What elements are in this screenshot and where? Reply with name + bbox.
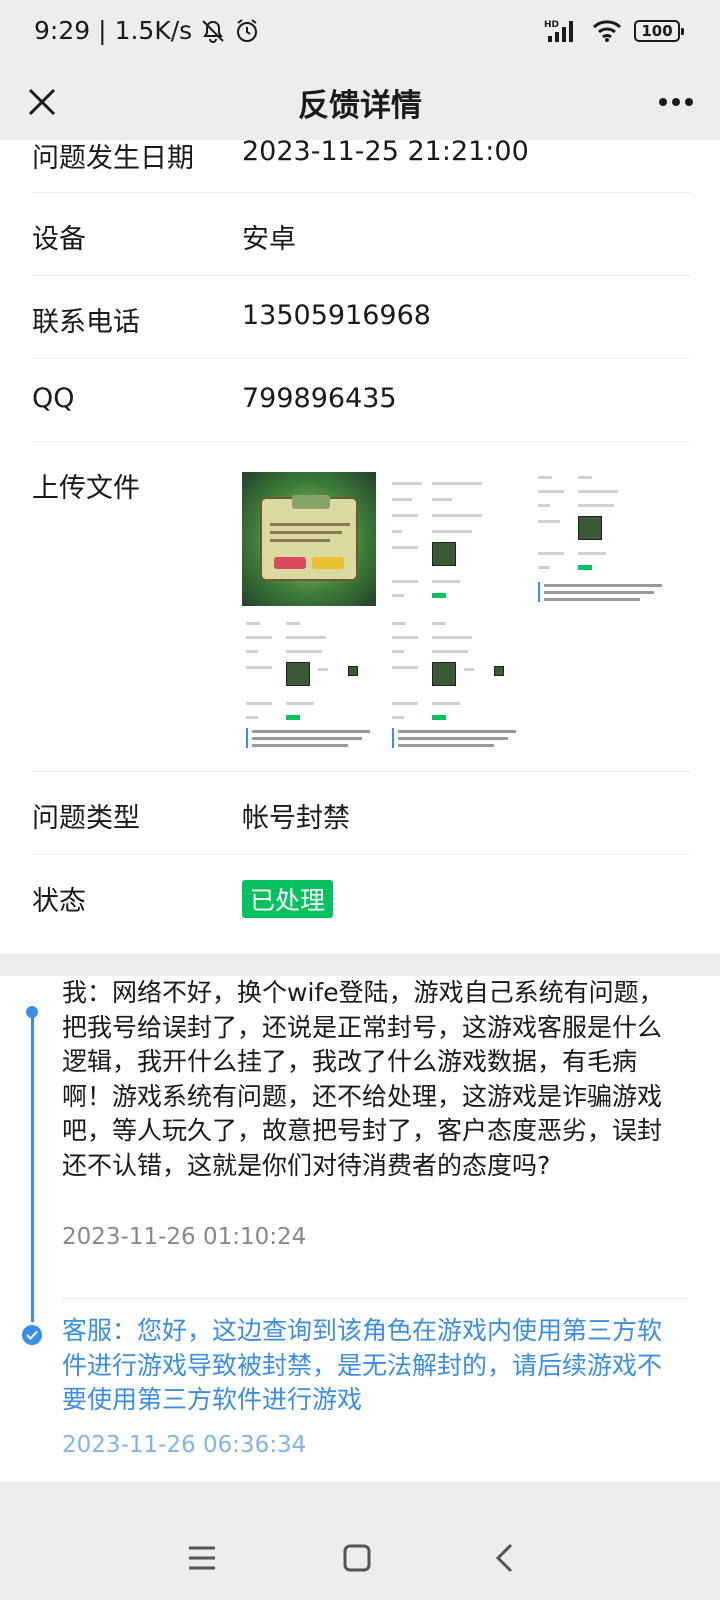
menu-button[interactable] <box>180 1536 224 1580</box>
phone-label: 联系电话 <box>32 307 140 338</box>
timeline-dot <box>26 1006 38 1018</box>
status-bar: 9:29 | 1.5K/s HD 100 <box>0 0 720 66</box>
row-phone: 联系电话 13505916968 <box>32 276 690 359</box>
more-button[interactable] <box>650 78 702 126</box>
files-label: 上传文件 <box>32 473 140 504</box>
back-button[interactable] <box>482 1536 526 1580</box>
system-nav-bar <box>0 1514 720 1600</box>
device-value: 安卓 <box>242 224 296 255</box>
status-label: 状态 <box>32 886 86 917</box>
row-qq: QQ 799896435 <box>32 359 690 442</box>
device-label: 设备 <box>32 224 86 255</box>
file-thumbnail[interactable] <box>242 472 376 606</box>
user-message-time: 2023-11-26 01:10:24 <box>62 1224 307 1250</box>
row-files: 上传文件 <box>32 442 690 772</box>
type-value: 帐号封禁 <box>242 803 350 834</box>
row-date: 问题发生日期 2023-11-25 21:21:00 <box>32 136 690 193</box>
user-message: 我：网络不好，换个wife登陆，游戏自己系统有问题，把我号给误封了，还说是正常封… <box>62 978 664 1180</box>
file-thumbnail[interactable] <box>388 472 522 606</box>
home-icon <box>343 1544 371 1572</box>
alarm-icon <box>237 18 258 42</box>
more-icon <box>659 98 693 106</box>
status-left: 9:29 | 1.5K/s <box>34 16 260 45</box>
check-icon <box>22 1325 42 1345</box>
back-icon <box>495 1543 513 1573</box>
separator: | <box>98 16 107 45</box>
nav-bar: 反馈详情 <box>0 66 720 140</box>
feedback-detail-card: 问题发生日期 2023-11-25 21:21:00 设备 安卓 联系电话 13… <box>0 136 720 954</box>
reply-timeline: 我：网络不好，换个wife登陆，游戏自己系统有问题，把我号给误封了，还说是正常封… <box>0 976 720 1482</box>
date-label: 问题发生日期 <box>32 143 194 174</box>
qq-label: QQ <box>32 383 75 414</box>
file-thumbnail[interactable] <box>388 618 522 752</box>
divider <box>62 1298 688 1299</box>
network-speed: 1.5K/s <box>114 16 193 45</box>
timeline-line <box>31 1012 34 1322</box>
row-device: 设备 安卓 <box>32 193 690 276</box>
type-label: 问题类型 <box>32 803 140 834</box>
menu-icon <box>189 1546 215 1570</box>
mute-icon <box>202 19 224 43</box>
phone-value: 13505916968 <box>242 300 431 331</box>
status-right: HD 100 <box>544 18 684 44</box>
home-button[interactable] <box>335 1536 379 1580</box>
qq-value: 799896435 <box>242 383 397 414</box>
service-reply-time: 2023-11-26 06:36:34 <box>62 1432 307 1458</box>
wifi-icon <box>592 20 622 42</box>
service-reply: 客服：您好，这边查询到该角色在游戏内使用第三方软件进行游戏导致被封禁，是无法解封… <box>62 1316 663 1414</box>
thumbnail-dialog <box>260 495 358 581</box>
signal-icon: HD <box>544 20 573 42</box>
row-type: 问题类型 帐号封禁 <box>32 772 690 855</box>
date-value: 2023-11-25 21:21:00 <box>242 136 529 167</box>
file-thumbnail[interactable] <box>534 472 668 606</box>
status-badge: 已处理 <box>242 880 334 918</box>
file-thumbnail[interactable] <box>242 618 376 752</box>
clock: 9:29 <box>34 16 91 45</box>
row-status: 状态 已处理 <box>32 855 690 954</box>
battery-icon: 100 <box>634 20 684 42</box>
page-title: 反馈详情 <box>298 88 422 124</box>
network-type-label: HD <box>544 20 559 30</box>
